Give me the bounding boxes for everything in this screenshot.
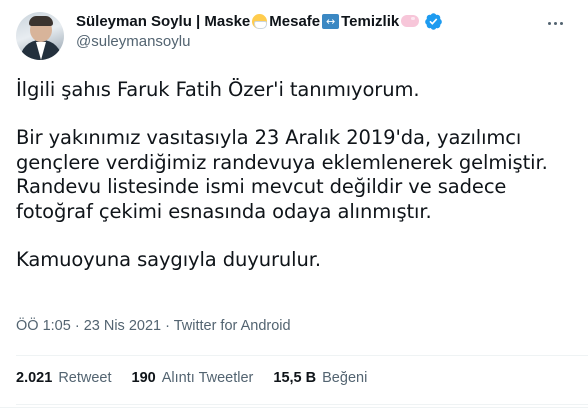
tweet-paragraph-3: Kamuoyuna saygıyla duyurulur. (16, 248, 576, 273)
tweet-paragraph-2: Bir yakınımız vasıtasıyla 23 Aralık 2019… (16, 126, 576, 224)
tweet-line: fotoğraf çekimi esnasında odaya alınmışt… (16, 199, 432, 223)
retweet-label: Retweet (58, 370, 112, 386)
quote-count: 190 (131, 370, 156, 386)
tweet-line: gençlere verdiğimiz randevuya eklemlener… (16, 150, 548, 174)
more-options-icon[interactable] (540, 12, 570, 34)
display-name-part-1: Süleyman Soylu | Maske (76, 12, 251, 30)
tweet-line: Randevu listesinde ismi mevcut değildir … (16, 175, 507, 198)
display-name-part-2: Mesafe (269, 12, 321, 30)
retweets-stat[interactable]: 2.021 Retweet (16, 370, 112, 386)
tweet-paragraph-1: İlgili şahıs Faruk Fatih Özer'i tanımıyo… (16, 78, 576, 103)
tweet-card: Süleyman Soylu | Maske Mesafe ↔ Temizlik… (0, 0, 588, 408)
avatar[interactable] (16, 12, 64, 60)
tweet-line: Kamuoyuna saygıyla duyurulur. (16, 247, 321, 271)
like-count: 15,5 B (273, 370, 317, 386)
divider (16, 404, 588, 405)
user-handle[interactable]: @suleymansoylu (76, 33, 528, 50)
soap-emoji-icon (401, 15, 420, 27)
quotes-stat[interactable]: 190 Alıntı Tweetler (132, 370, 254, 386)
quote-label: Alıntı Tweetler (161, 370, 254, 386)
divider (16, 355, 588, 356)
tweet-text: İlgili şahıs Faruk Fatih Özer'i tanımıyo… (16, 78, 576, 272)
likes-stat[interactable]: 15,5 B Beğeni (273, 370, 367, 386)
display-name-part-3: Temizlik (341, 12, 400, 30)
tweet-stats: 2.021 Retweet 190 Alıntı Tweetler 15,5 B… (16, 370, 387, 386)
tweet-line: Bir yakınımız vasıtasıyla 23 Aralık 2019… (16, 126, 522, 149)
tweet-header: Süleyman Soylu | Maske Mesafe ↔ Temizlik… (76, 10, 528, 54)
tweet-timestamp-source[interactable]: ÖÖ 1:05 · 23 Nis 2021 · Twitter for Andr… (16, 318, 291, 334)
verified-badge-icon (425, 12, 443, 30)
left-right-arrow-emoji-icon: ↔ (322, 13, 340, 29)
display-name-row[interactable]: Süleyman Soylu | Maske Mesafe ↔ Temizlik (76, 10, 528, 32)
like-label: Beğeni (322, 370, 368, 386)
retweet-count: 2.021 (16, 370, 53, 386)
tweet-line: İlgili şahıs Faruk Fatih Özer'i tanımıyo… (16, 78, 420, 101)
mask-emoji-icon (252, 13, 268, 29)
